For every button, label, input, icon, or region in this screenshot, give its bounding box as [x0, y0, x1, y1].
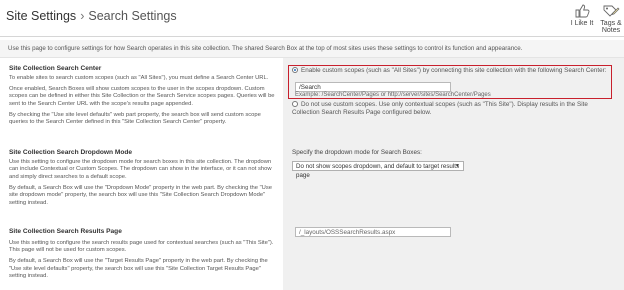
search-center-paragraph: To enable sites to search custom scopes … [9, 75, 269, 81]
intro-text: Use this page to configure settings for … [0, 40, 624, 58]
results-page-paragraph: Use this setting to configure the search… [9, 240, 274, 254]
breadcrumb-site-settings[interactable]: Site Settings [6, 9, 76, 23]
i-like-it-button[interactable]: I Like It [564, 3, 600, 27]
results-page-url-input[interactable]: /_layouts/OSSSearchResults.aspx [295, 227, 451, 237]
tags-notes-label: Tags & Notes [600, 20, 622, 34]
dropdown-mode-label: Specify the dropdown mode for Search Box… [292, 149, 422, 156]
search-center-url-input[interactable]: /Search [295, 82, 451, 92]
search-center-description: To enable sites to search custom scopes … [9, 75, 279, 130]
search-center-url-example: Example: /SearchCenter/Pages or http://s… [295, 92, 491, 98]
breadcrumb-current: Search Settings [88, 9, 177, 23]
enable-custom-scopes-radio[interactable] [292, 67, 298, 74]
tags-notes-button[interactable]: Tags & Notes [596, 3, 624, 34]
dropdown-mode-paragraph: By default, a Search Box will use the "D… [9, 184, 272, 206]
search-center-paragraph: Once enabled, Search Boxes will show cus… [9, 85, 275, 107]
no-custom-scopes-label: Do not use custom scopes. Use only conte… [292, 101, 588, 116]
page-header: Site Settings › Search Settings I Like It … [0, 0, 624, 37]
results-page-description: Use this setting to configure the search… [9, 240, 279, 284]
page-title: Site Settings › Search Settings [6, 9, 177, 23]
dropdown-mode-title: Site Collection Search Dropdown Mode [9, 149, 133, 156]
enable-custom-scopes-label: Enable custom scopes (such as "All Sites… [301, 67, 607, 74]
thumbs-up-icon [575, 4, 590, 18]
no-custom-scopes-radio[interactable] [292, 101, 298, 108]
results-page-paragraph: By default, a Search Box will use the "T… [9, 258, 268, 280]
dropdown-mode-select[interactable]: Do not show scopes dropdown, and default… [292, 161, 464, 179]
dropdown-mode-paragraph: Use this setting to configure the dropdo… [9, 159, 272, 180]
chevron-down-icon: ▼ [455, 163, 460, 169]
search-center-title: Site Collection Search Center [9, 65, 102, 72]
search-center-paragraph: By checking the "Use site level defaults… [9, 111, 261, 126]
i-like-it-label: I Like It [570, 20, 594, 27]
tags-notes-icon [603, 5, 620, 17]
results-page-title: Site Collection Search Results Page [9, 228, 122, 235]
breadcrumb-separator: › [80, 9, 85, 23]
enable-custom-scopes-option[interactable]: Enable custom scopes (such as "All Sites… [292, 67, 608, 75]
dropdown-mode-description: Use this setting to configure the dropdo… [9, 159, 279, 210]
no-custom-scopes-option[interactable]: Do not use custom scopes. Use only conte… [292, 101, 610, 116]
